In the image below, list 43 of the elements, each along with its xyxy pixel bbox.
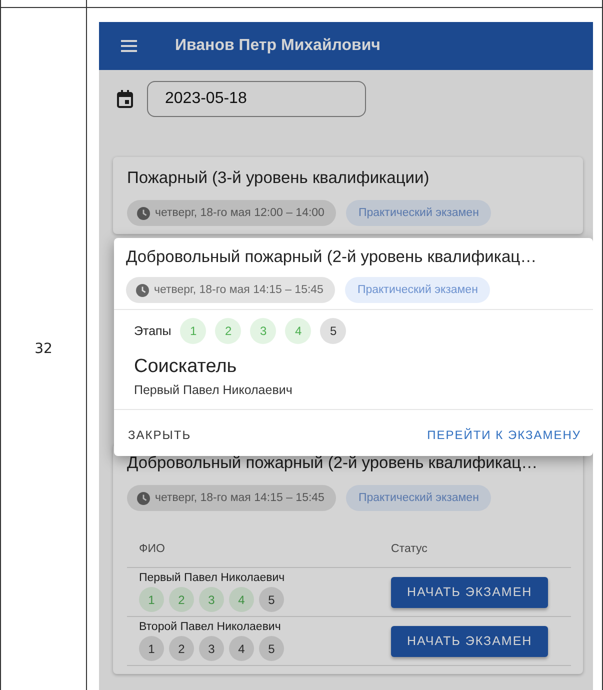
go-to-exam-button[interactable]: ПЕРЕЙТИ К ЭКЗАМЕНУ [427,424,581,446]
stage-badge: 2 [169,636,194,661]
stage-badge: 2 [169,587,194,612]
stage-badge: 2 [215,318,242,344]
exam-title: Пожарный (3-й уровень квалификации) [127,169,430,188]
start-exam-button[interactable]: НАЧАТЬ ЭКЗАМЕН [391,626,548,656]
stage-badge: 3 [199,587,224,612]
date-field[interactable]: 2023-05-18 [147,81,366,117]
stage-badge: 1 [139,636,164,661]
stage-badge: 4 [285,318,312,344]
menu-icon[interactable] [121,40,137,52]
candidate-name: Второй Павел Николаевич [139,621,282,633]
app-title: Иванов Петр Михайлович [175,37,380,55]
candidate-name: Первый Павел Николаевич [139,572,286,584]
exam-time: четверг, 18-го мая 14:15 – 15:45 [154,284,324,296]
stage-badge: 1 [139,587,164,612]
stage-badge: 4 [229,587,254,612]
stage-badge: 3 [199,636,224,661]
stage-badge: 1 [180,318,206,344]
exam-time: четверг, 18-го мая 14:15 – 15:45 [155,492,324,504]
dialog-title: Добровольный пожарный (2-й уровень квалификац… [126,248,538,267]
stage-badge: 4 [229,636,254,661]
column-header: Статус [390,543,428,555]
row-number: 32 [34,340,52,356]
exam-type-chip: Практический экзамен [345,277,490,303]
candidate-name: Первый Павел Николаевич [134,383,294,397]
calendar-icon[interactable] [117,90,133,108]
clock-icon [136,284,149,296]
exam-type-chip: Практический экзамен [346,485,491,511]
exam-time: четверг, 18-го мая 12:00 – 14:00 [155,207,324,219]
stage-badge: 5 [259,587,284,612]
stage-badge: 5 [320,318,346,344]
clock-icon [137,206,150,220]
stage-badge: 3 [250,318,276,344]
column-header: ФИО [139,543,166,555]
role-title: Соискатель [134,356,238,378]
close-button[interactable]: ЗАКРЫТЬ [128,424,192,446]
exam-type-chip: Практический экзамен [346,200,491,226]
stages-label: Этапы [134,324,172,338]
stage-badge: 5 [259,636,284,661]
exam-title: Добровольный пожарный (2-й уровень квалификац… [127,454,539,473]
start-exam-button[interactable]: НАЧАТЬ ЭКЗАМЕН [391,576,548,608]
clock-icon [137,492,150,504]
